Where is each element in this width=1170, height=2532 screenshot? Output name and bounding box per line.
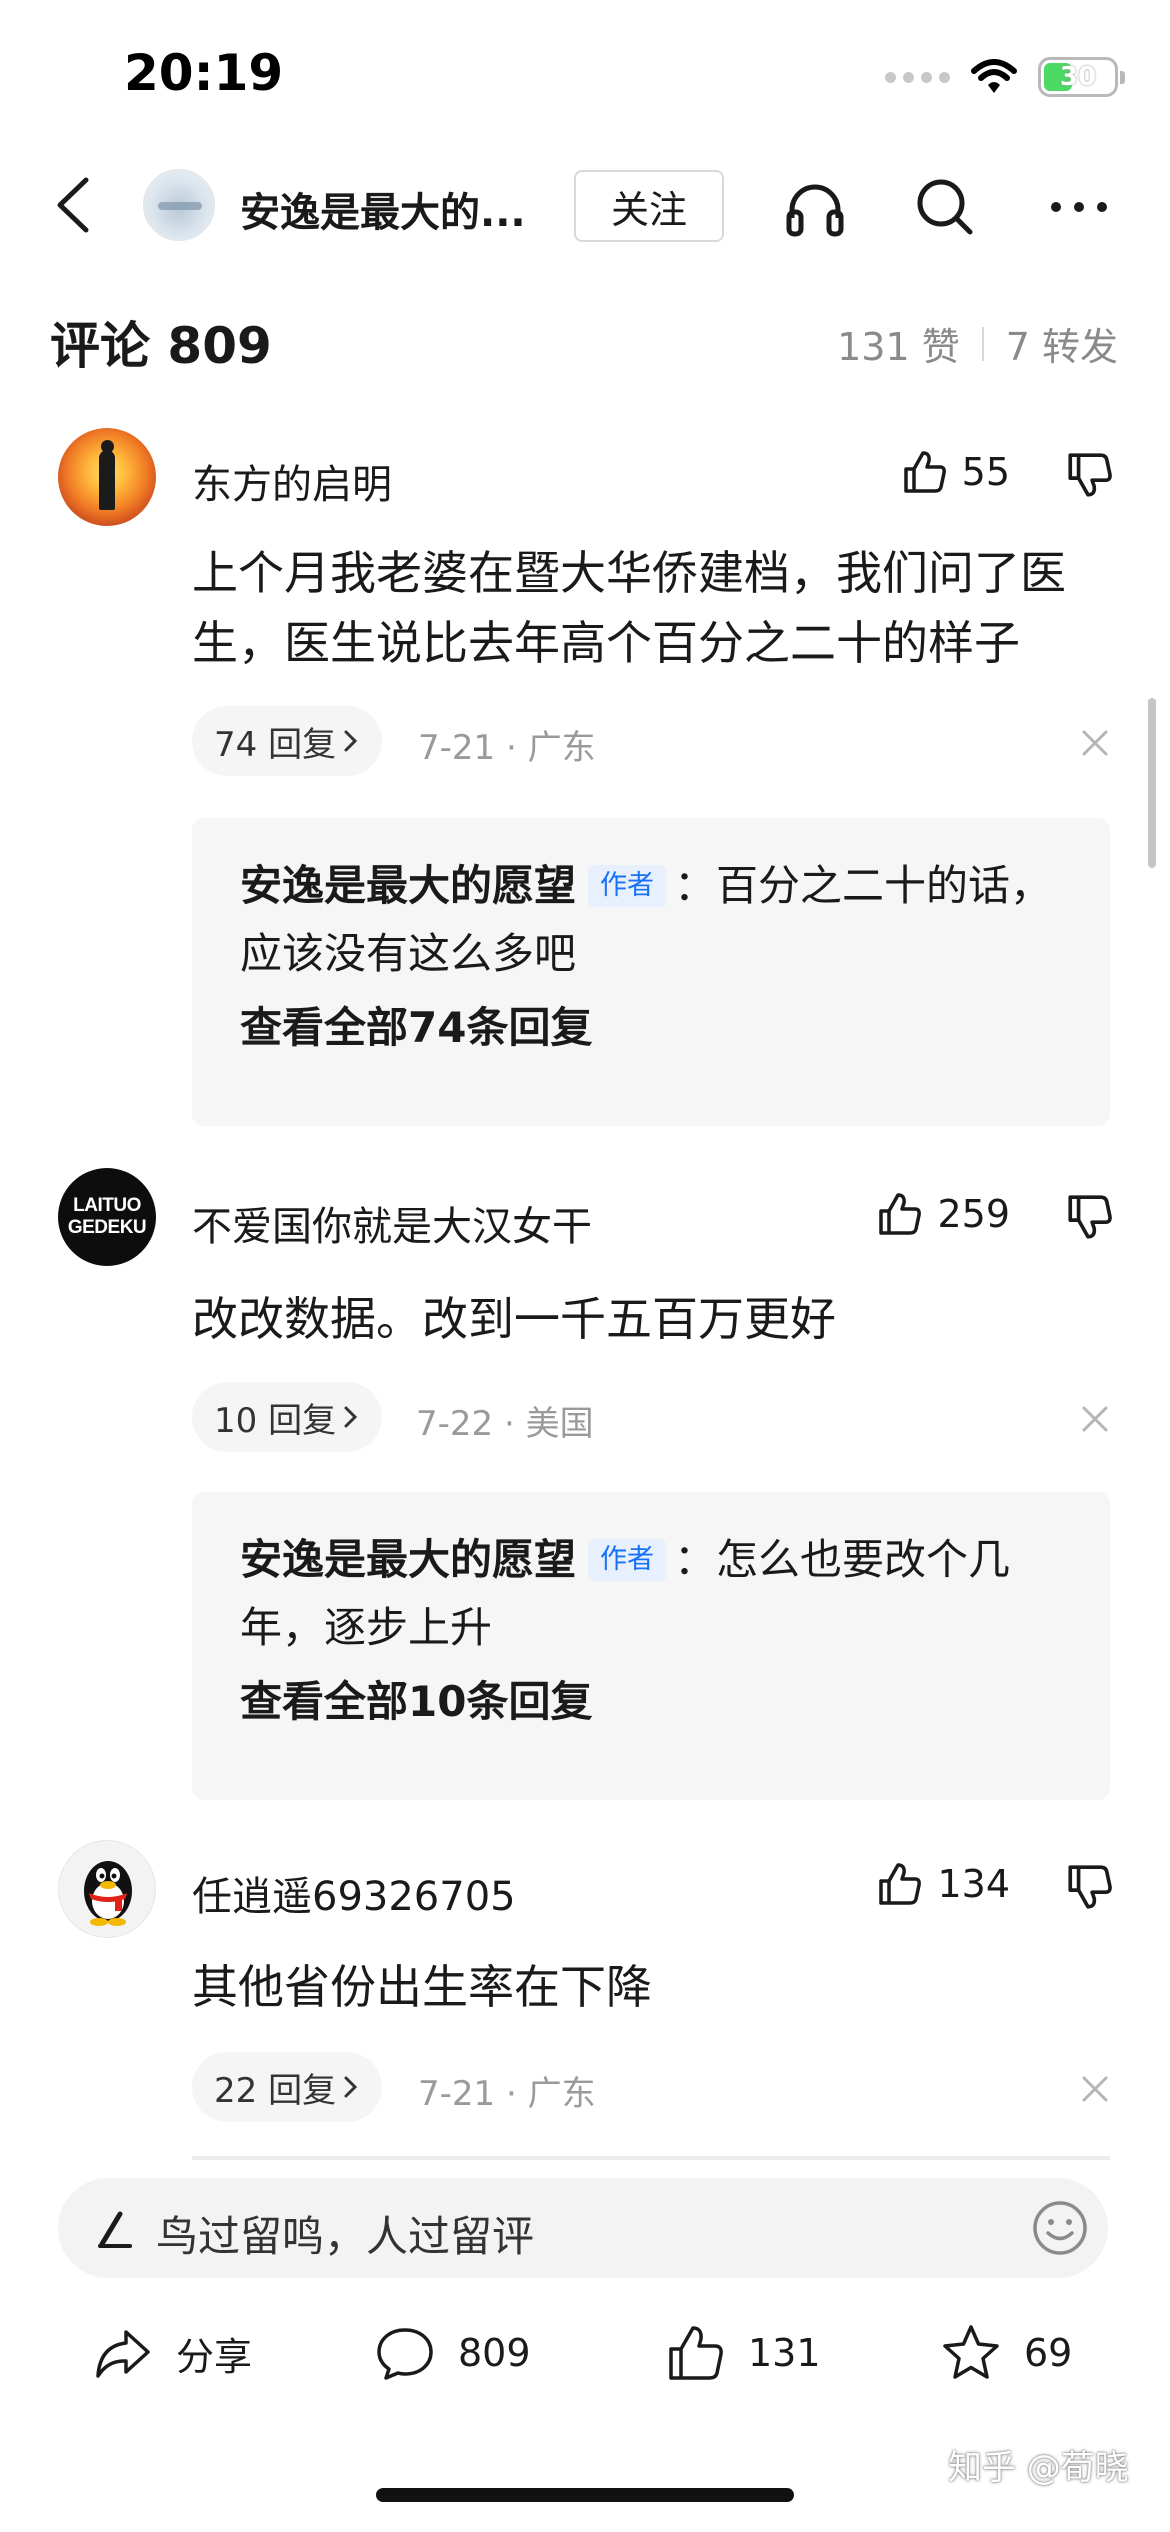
comments-stats: 131 赞 7 转发: [837, 316, 1118, 371]
share-icon: [96, 2330, 150, 2378]
avatar[interactable]: [58, 428, 156, 526]
author-badge: 作者: [588, 865, 667, 907]
avatar[interactable]: LAITUO GEDEKU: [58, 1168, 156, 1266]
view-all-replies-link[interactable]: 查看全部10条回复: [240, 1668, 1062, 1729]
author-badge: 作者: [588, 1539, 667, 1581]
top-reply-box[interactable]: 安逸是最大的愿望 作者 ：百分之二十的话，应该没有这么多吧 查看全部74条回复: [192, 818, 1110, 1126]
penguin-avatar-icon: [84, 1861, 132, 1926]
page-title[interactable]: 安逸是最大的...: [240, 180, 526, 238]
scrollbar[interactable]: [1148, 698, 1156, 868]
like-button[interactable]: 134: [875, 1860, 1010, 1908]
divider: [192, 2156, 1110, 2160]
battery-icon: 30: [1038, 57, 1125, 97]
likes-total: 131: [748, 2331, 821, 2375]
replies-label: 74 回复: [214, 724, 337, 765]
comment-text: 改改数据。改到一千五百万更好: [192, 1292, 836, 1346]
like-count: 55: [961, 450, 1010, 494]
home-indicator[interactable]: [376, 2488, 794, 2502]
close-icon[interactable]: [1076, 2070, 1114, 2108]
stats-divider: [981, 326, 984, 361]
comment-meta: 7-21 · 广东: [418, 2074, 596, 2114]
chevron-right-icon: [344, 1406, 358, 1428]
replies-label: 10 回复: [214, 1400, 337, 1441]
replies-label: 22 回复: [214, 2070, 337, 2111]
back-icon[interactable]: [44, 170, 104, 240]
share-label: 分享: [176, 2334, 253, 2379]
search-icon[interactable]: [910, 172, 980, 242]
reply-author[interactable]: 安逸是最大的愿望: [240, 861, 576, 910]
headphones-icon[interactable]: [780, 172, 850, 242]
thumbs-down-icon[interactable]: [1064, 1192, 1114, 1242]
status-time: 20:19: [124, 44, 284, 102]
comment-icon: [377, 2328, 433, 2380]
chevron-right-icon: [344, 2076, 358, 2098]
comment-item: 东方的启明 55 上个月我老婆在暨大华侨建档，我们问了医生，医生说比去年高个百分…: [0, 428, 1170, 1128]
thumbs-up-icon: [879, 1193, 922, 1235]
comment-input[interactable]: 鸟过留鸣，人过留评: [156, 2203, 534, 2264]
top-reply: 安逸是最大的愿望 作者 ：怎么也要改个几年，逐步上升: [240, 1526, 1062, 1662]
view-all-replies-link[interactable]: 查看全部74条回复: [240, 994, 1062, 1055]
follow-button[interactable]: 关注: [574, 170, 724, 242]
more-icon[interactable]: [1044, 172, 1114, 242]
avatar-logo-line-1: LAITUO: [73, 1195, 141, 1216]
comment-text: 其他省份出生率在下降: [192, 1960, 652, 2014]
wifi-icon: [971, 59, 1017, 93]
signal-icon: [885, 71, 950, 83]
screen: 20:19 30 安逸是最大的... 关注 评论 809 131 赞 7 转发 …: [0, 0, 1170, 2532]
author-avatar[interactable]: [143, 169, 215, 241]
likes-count[interactable]: 131 赞: [837, 316, 960, 371]
emoji-icon[interactable]: [1030, 2198, 1090, 2258]
battery-level: 30: [1059, 62, 1097, 92]
replies-button[interactable]: 22 回复: [192, 2052, 383, 2122]
top-reply-box[interactable]: 安逸是最大的愿望 作者 ：怎么也要改个几年，逐步上升 查看全部10条回复: [192, 1492, 1110, 1800]
comments-title: 评论 809: [50, 317, 272, 375]
comment-text: 上个月我老婆在暨大华侨建档，我们问了医生，医生说比去年高个百分之二十的样子: [192, 546, 1066, 670]
comments-header: 评论 809 131 赞 7 转发: [0, 300, 1170, 380]
close-icon[interactable]: [1076, 724, 1114, 762]
top-nav: 安逸是最大的... 关注: [0, 150, 1170, 260]
avatar[interactable]: [58, 1840, 156, 1938]
reposts-count[interactable]: 7 转发: [1006, 316, 1118, 371]
comment-item: 任逍遥69326705 134 其他省份出生率在下降 22 回复 7-21 · …: [0, 1840, 1170, 2170]
replies-button[interactable]: 10 回复: [192, 1382, 383, 1452]
status-icons: 30: [885, 52, 1125, 102]
comment-username[interactable]: 任逍遥69326705: [192, 1864, 516, 1922]
thumbs-up-icon: [879, 1863, 922, 1905]
watermark: 知乎 @荀晓: [948, 2448, 1129, 2488]
close-icon[interactable]: [1076, 1400, 1114, 1438]
thumbs-down-icon[interactable]: [1064, 450, 1114, 500]
favorite-button[interactable]: 69: [940, 2322, 1072, 2384]
comment-composer[interactable]: 鸟过留鸣，人过留评: [58, 2178, 1108, 2278]
avatar-logo-line-2: GEDEKU: [67, 1217, 147, 1238]
top-reply: 安逸是最大的愿望 作者 ：百分之二十的话，应该没有这么多吧: [240, 852, 1062, 988]
like-post-button[interactable]: 131: [664, 2322, 821, 2384]
thumbs-up-icon: [903, 451, 946, 493]
like-count: 259: [937, 1192, 1010, 1236]
comment-username[interactable]: 东方的启明: [192, 452, 392, 510]
like-button[interactable]: 259: [875, 1190, 1010, 1238]
share-button[interactable]: 分享: [92, 2322, 252, 2384]
bottom-action-bar: 分享 809 131 69: [0, 2298, 1170, 2408]
comment-username[interactable]: 不爱国你就是大汉女干: [192, 1194, 592, 1252]
like-button[interactable]: 55: [900, 448, 1010, 496]
pen-icon: [98, 2211, 132, 2248]
comment-item: LAITUO GEDEKU 不爱国你就是大汉女干 259 改改数据。改到一千五百…: [0, 1168, 1170, 1800]
star-icon: [943, 2325, 999, 2379]
favorites-count: 69: [1024, 2331, 1073, 2375]
reply-author[interactable]: 安逸是最大的愿望: [240, 1535, 576, 1584]
status-bar: 20:19 30: [0, 0, 1170, 150]
comments-count: 809: [458, 2331, 531, 2375]
thumbs-down-icon[interactable]: [1064, 1862, 1114, 1912]
thumbs-up-icon: [669, 2326, 723, 2380]
comments-button[interactable]: 809: [374, 2322, 531, 2384]
chevron-right-icon: [344, 730, 358, 752]
comment-meta: 7-22 · 美国: [416, 1404, 594, 1444]
replies-button[interactable]: 74 回复: [192, 706, 383, 776]
comment-meta: 7-21 · 广东: [418, 728, 596, 768]
like-count: 134: [937, 1862, 1010, 1906]
